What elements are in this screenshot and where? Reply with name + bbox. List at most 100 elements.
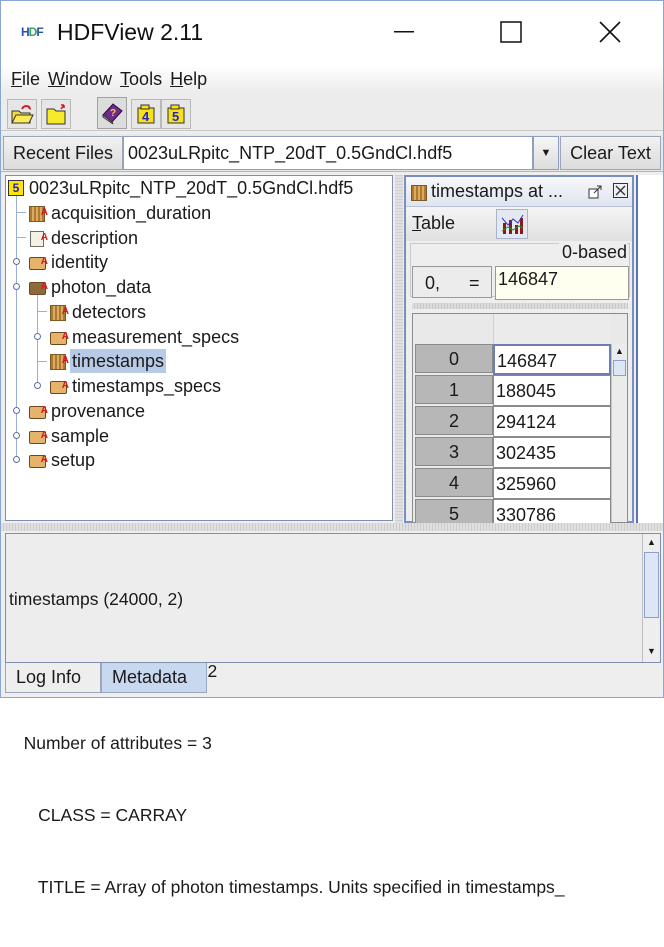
row-header[interactable]: 1: [415, 375, 493, 404]
expand-toggle-icon[interactable]: [34, 382, 41, 389]
table-cell[interactable]: 146847: [493, 344, 611, 375]
close-window-button[interactable]: [587, 11, 633, 53]
scrollbar-thumb[interactable]: [644, 552, 659, 618]
tree-node-acquisition-duration[interactable]: acquisition_duration: [28, 201, 213, 225]
table-cell[interactable]: 302435: [493, 437, 611, 468]
metadata-text: timestamps (24000, 2) 64-bit integer, 26…: [9, 539, 565, 947]
row-header[interactable]: 4: [415, 468, 493, 497]
tree-node-sample[interactable]: sample: [28, 424, 111, 448]
tab-metadata[interactable]: Metadata: [101, 663, 207, 693]
tree-node-label: acquisition_duration: [51, 203, 212, 223]
menu-tools[interactable]: Tools: [120, 69, 162, 90]
tree-line: [37, 311, 47, 312]
menu-help-label: elp: [183, 68, 208, 89]
frame-title-bar[interactable]: timestamps at ...: [406, 177, 632, 207]
tree-node-timestamps[interactable]: timestamps: [49, 349, 167, 373]
menu-help[interactable]: Help: [170, 69, 207, 90]
chart-button[interactable]: [496, 209, 528, 239]
menu-window-label: indow: [65, 68, 113, 89]
chevron-down-icon: ▼: [540, 147, 552, 159]
close-frame-button[interactable]: [613, 182, 628, 203]
table-menu[interactable]: Table: [412, 213, 455, 234]
help-button[interactable]: ?: [97, 97, 127, 129]
frame-menu-bar: Table: [406, 207, 632, 241]
tree-node-measurement-specs[interactable]: measurement_specs: [49, 325, 241, 349]
frame-title: timestamps at ...: [431, 181, 564, 201]
file-tree: 5 0023uLRpitc_NTP_20dT_0.5GndCl.hdf5 acq…: [5, 175, 393, 521]
tree-line: [37, 361, 47, 362]
expand-toggle-icon[interactable]: [13, 432, 20, 439]
dataset-icon: [28, 201, 48, 225]
group-folder-icon: [49, 374, 69, 398]
minimize-button[interactable]: [381, 11, 427, 53]
metadata-panel: timestamps (24000, 2) 64-bit integer, 26…: [5, 533, 661, 897]
tree-node-description[interactable]: description: [28, 226, 140, 250]
tree-root-node[interactable]: 5 0023uLRpitc_NTP_20dT_0.5GndCl.hdf5: [8, 176, 355, 200]
row-header[interactable]: 2: [415, 406, 493, 435]
vertical-splitter[interactable]: [395, 175, 403, 523]
metadata-scrollbar[interactable]: ▲ ▼: [642, 534, 660, 662]
maximize-button[interactable]: [488, 11, 534, 53]
open-file-button[interactable]: [7, 99, 37, 129]
tree-node-label: setup: [51, 450, 96, 470]
group-folder-icon: [49, 325, 69, 349]
data-table: 0 146847 1 188045 2 294124 3 302435 4 325960 5 3307…: [412, 313, 628, 530]
table-cell[interactable]: 325960: [493, 468, 611, 499]
clear-text-button[interactable]: Clear Text: [560, 136, 661, 170]
restore-icon: [588, 185, 602, 199]
line-chart-icon: [501, 214, 524, 234]
close-folder-icon: [46, 104, 66, 125]
table-cell[interactable]: 294124: [493, 406, 611, 437]
collapse-toggle-icon[interactable]: [13, 283, 20, 290]
recent-files-dropdown[interactable]: ▼: [533, 136, 559, 170]
expand-toggle-icon[interactable]: [13, 258, 20, 265]
menu-file[interactable]: File: [11, 69, 40, 90]
hdf5-library-button[interactable]: 5: [161, 99, 191, 129]
help-book-icon: ?: [102, 103, 123, 125]
open-group-folder-icon: [28, 275, 48, 299]
scroll-down-icon[interactable]: ▼: [647, 646, 656, 656]
tree-node-setup[interactable]: setup: [28, 448, 97, 472]
scroll-up-icon[interactable]: ▲: [615, 346, 624, 356]
tree-line: [16, 212, 26, 213]
tree-node-provenance[interactable]: provenance: [28, 399, 147, 423]
maximize-icon: [500, 21, 522, 43]
tree-node-photon-data[interactable]: photon_data: [28, 275, 153, 299]
tree-node-identity[interactable]: identity: [28, 250, 110, 274]
cell-value-field[interactable]: 146847: [495, 266, 629, 300]
menu-window[interactable]: Window: [48, 69, 112, 90]
tab-log-info[interactable]: Log Info: [5, 663, 101, 693]
column-header[interactable]: [493, 314, 611, 344]
restore-frame-button[interactable]: [588, 183, 602, 204]
hdf4-library-button[interactable]: 4: [131, 99, 161, 129]
table-menu-label: able: [421, 213, 456, 233]
svg-text:5: 5: [172, 109, 179, 124]
metadata-line: Number of attributes = 3: [9, 733, 212, 753]
bottom-tabs: Log Info Metadata: [5, 663, 661, 695]
close-file-button[interactable]: [41, 99, 71, 129]
scroll-up-icon[interactable]: ▲: [647, 537, 656, 547]
tree-node-label: provenance: [51, 401, 146, 421]
open-folder-icon: [11, 105, 34, 124]
table-vertical-scrollbar[interactable]: ▲: [611, 344, 627, 522]
tree-node-timestamps-specs[interactable]: timestamps_specs: [49, 374, 223, 398]
expand-toggle-icon[interactable]: [13, 407, 20, 414]
metadata-line: CLASS = CARRAY: [9, 805, 188, 825]
horizontal-splitter[interactable]: [1, 523, 663, 531]
row-header[interactable]: 0: [415, 344, 493, 373]
window-title: HDFView 2.11: [57, 19, 204, 45]
expand-toggle-icon[interactable]: [34, 333, 41, 340]
recent-files-combo[interactable]: 0023uLRpitc_NTP_20dT_0.5GndCl.hdf5: [123, 136, 533, 170]
inner-splitter[interactable]: [412, 303, 628, 309]
scrollbar-thumb[interactable]: [613, 360, 626, 376]
expand-toggle-icon[interactable]: [13, 456, 20, 463]
tree-node-label: timestamps_specs: [72, 376, 222, 396]
dataset-icon: [49, 300, 69, 324]
menu-file-label: ile: [22, 68, 41, 89]
tree-line: [16, 196, 17, 458]
table-cell[interactable]: 188045: [493, 375, 611, 406]
recent-files-button[interactable]: Recent Files: [3, 136, 123, 170]
row-header[interactable]: 3: [415, 437, 493, 466]
tree-node-detectors[interactable]: detectors: [49, 300, 148, 324]
recent-files-bar: Recent Files 0023uLRpitc_NTP_20dT_0.5Gnd…: [1, 134, 663, 172]
